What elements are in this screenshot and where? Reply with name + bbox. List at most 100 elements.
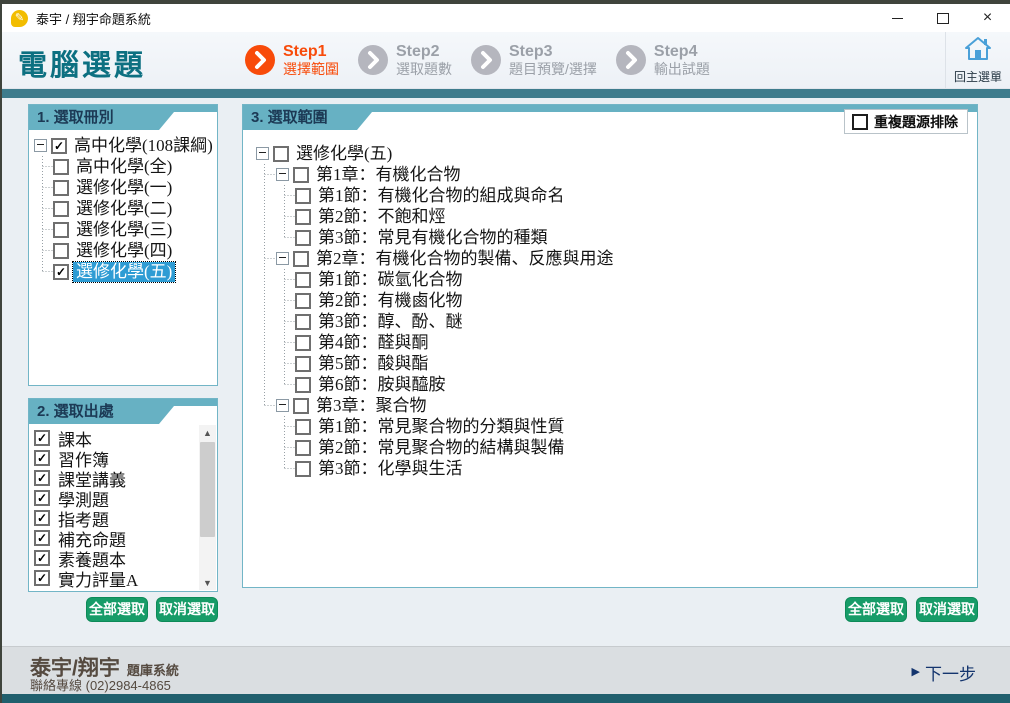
tree-item-label[interactable]: 選修化學(三) xyxy=(73,220,175,240)
duplicate-source-exclude-checkbox[interactable] xyxy=(852,114,868,130)
tree-connector xyxy=(255,248,275,269)
source-item-checkbox[interactable]: ✓ xyxy=(34,430,50,446)
tree-item-label[interactable]: 第3節：醇、酚、醚 xyxy=(315,312,466,332)
duplicate-source-exclude[interactable]: 重複題源排除 xyxy=(844,109,968,134)
tree-item-checkbox[interactable] xyxy=(295,272,311,288)
tree-row: 第2章：有機化合物的製備、反應與用途 xyxy=(255,248,975,269)
source-item-checkbox[interactable]: ✓ xyxy=(34,490,50,506)
collapse-expander-icon[interactable] xyxy=(34,139,47,152)
tree-connector xyxy=(33,156,53,177)
range-deselect-button[interactable]: 取消選取 xyxy=(916,597,978,622)
range-select-all-button[interactable]: 全部選取 xyxy=(845,597,907,622)
tree-item-checkbox[interactable] xyxy=(53,201,69,217)
tree-item-checkbox[interactable] xyxy=(53,159,69,175)
tree-row: 第6節：胺與醯胺 xyxy=(255,374,975,395)
source-select-all-button[interactable]: 全部選取 xyxy=(86,597,148,622)
tree-item-label[interactable]: 第4節：醛與酮 xyxy=(315,333,432,353)
tree-connector xyxy=(255,395,275,416)
tree-item-label[interactable]: 選修化學(一) xyxy=(73,178,175,198)
tree-item-label[interactable]: 選修化學(五) xyxy=(73,262,175,282)
step-2-arrow-icon xyxy=(358,45,388,75)
step-1-number: Step1 xyxy=(283,43,339,61)
collapse-expander-icon[interactable] xyxy=(276,399,289,412)
home-button-label: 回主選單 xyxy=(954,68,1002,85)
tree-connector xyxy=(255,164,275,185)
tree-item-label[interactable]: 選修化學(五) xyxy=(293,144,395,164)
source-item-checkbox[interactable]: ✓ xyxy=(34,570,50,586)
tree-item-checkbox[interactable] xyxy=(295,230,311,246)
tree-item-checkbox[interactable] xyxy=(295,293,311,309)
tree-item-checkbox[interactable] xyxy=(293,251,309,267)
app-window: ✎ 泰宇 / 翔宇命題系統 × 電腦選題 Step1 選擇範圍 xyxy=(0,0,1010,701)
scrollbar-thumb[interactable] xyxy=(200,442,215,537)
footer: 泰宇/翔宇題庫系統 聯絡專線 (02)2984-4865 ▶ 下一步 xyxy=(2,646,1010,694)
tree-item-label[interactable]: 高中化學(108課綱) xyxy=(71,136,216,156)
source-item-checkbox[interactable]: ✓ xyxy=(34,510,50,526)
tree-item-checkbox[interactable] xyxy=(295,440,311,456)
tree-item-checkbox[interactable] xyxy=(53,222,69,238)
tree-connector xyxy=(255,227,275,248)
tree-connector xyxy=(33,198,53,219)
maximize-button[interactable] xyxy=(920,4,965,32)
tree-item-checkbox[interactable] xyxy=(295,314,311,330)
tree-item-label[interactable]: 第2節：有機鹵化物 xyxy=(315,291,466,311)
tree-item-checkbox[interactable] xyxy=(273,146,289,162)
tree-connector xyxy=(255,269,275,290)
tree-item-label[interactable]: 第2節：不飽和烴 xyxy=(315,207,449,227)
tree-connector xyxy=(255,206,275,227)
source-item-checkbox[interactable]: ✓ xyxy=(34,450,50,466)
scroll-up-icon[interactable]: ▲ xyxy=(199,425,216,440)
tree-item-checkbox[interactable] xyxy=(295,209,311,225)
tree-item-checkbox[interactable] xyxy=(293,167,309,183)
tree-connector xyxy=(33,219,53,240)
tree-item-checkbox[interactable]: ✓ xyxy=(53,264,69,280)
tree-item-label[interactable]: 第5節：酸與酯 xyxy=(315,354,432,374)
tree-item-checkbox[interactable]: ✓ xyxy=(51,138,67,154)
tree-connector xyxy=(255,374,275,395)
tree-item-label[interactable]: 第6節：胺與醯胺 xyxy=(315,375,449,395)
tree-item-label[interactable]: 第2節：常見聚合物的結構與製備 xyxy=(315,438,568,458)
tree-connector xyxy=(275,227,295,248)
next-step-button[interactable]: ▶ 下一步 xyxy=(912,660,976,685)
source-list-scrollbar[interactable]: ▲ ▼ xyxy=(199,425,216,590)
collapse-expander-icon[interactable] xyxy=(276,252,289,265)
scroll-down-icon[interactable]: ▼ xyxy=(199,575,216,590)
tree-row: 第2節：常見聚合物的結構與製備 xyxy=(255,437,975,458)
collapse-expander-icon[interactable] xyxy=(256,147,269,160)
tree-item-label[interactable]: 第2章：有機化合物的製備、反應與用途 xyxy=(313,249,617,269)
home-button[interactable]: 回主選單 xyxy=(945,32,1010,88)
tree-item-label[interactable]: 第1節：有機化合物的組成與命名 xyxy=(315,186,568,206)
collapse-expander-icon[interactable] xyxy=(276,168,289,181)
tree-row: 第3節：化學與生活 xyxy=(255,458,975,479)
tree-item-label[interactable]: 第3章：聚合物 xyxy=(313,396,430,416)
source-item-checkbox[interactable]: ✓ xyxy=(34,550,50,566)
tree-item-checkbox[interactable] xyxy=(295,419,311,435)
tree-item-checkbox[interactable] xyxy=(53,243,69,259)
source-item-checkbox[interactable]: ✓ xyxy=(34,530,50,546)
tree-item-checkbox[interactable] xyxy=(295,461,311,477)
tree-item-label[interactable]: 選修化學(二) xyxy=(73,199,175,219)
window-controls: × xyxy=(875,4,1010,32)
tree-item-label[interactable]: 第3節：常見有機化合物的種類 xyxy=(315,228,551,248)
source-item-label[interactable]: 實力評量A xyxy=(54,566,138,591)
tree-row: 選修化學(二) xyxy=(33,198,215,219)
tree-item-checkbox[interactable] xyxy=(293,398,309,414)
tree-item-label[interactable]: 高中化學(全) xyxy=(73,157,175,177)
tree-item-checkbox[interactable] xyxy=(295,377,311,393)
minimize-button[interactable] xyxy=(875,4,920,32)
tree-item-label[interactable]: 第3節：化學與生活 xyxy=(315,459,466,479)
tree-row: 高中化學(全) xyxy=(33,156,215,177)
tree-item-label[interactable]: 第1節：碳氫化合物 xyxy=(315,270,466,290)
tree-item-label[interactable]: 選修化學(四) xyxy=(73,241,175,261)
tree-item-checkbox[interactable] xyxy=(295,356,311,372)
close-button[interactable]: × xyxy=(965,4,1010,32)
tree-item-checkbox[interactable] xyxy=(295,335,311,351)
source-deselect-button[interactable]: 取消選取 xyxy=(156,597,218,622)
tree-item-checkbox[interactable] xyxy=(295,188,311,204)
tree-row: 第3節：常見有機化合物的種類 xyxy=(255,227,975,248)
source-item-checkbox[interactable]: ✓ xyxy=(34,470,50,486)
tree-item-checkbox[interactable] xyxy=(53,180,69,196)
tree-item-label[interactable]: 第1節：常見聚合物的分類與性質 xyxy=(315,417,568,437)
step-1: Step1 選擇範圍 xyxy=(245,43,339,77)
tree-item-label[interactable]: 第1章：有機化合物 xyxy=(313,165,464,185)
